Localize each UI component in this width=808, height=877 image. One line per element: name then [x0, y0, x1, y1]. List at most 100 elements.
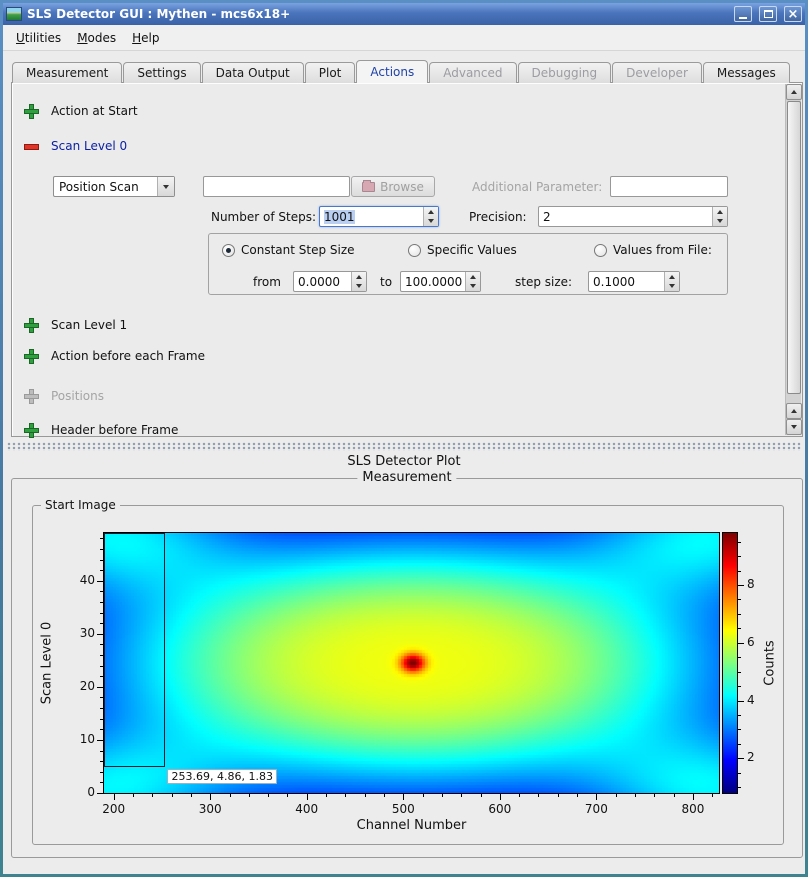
spin-up-icon[interactable]	[665, 272, 679, 282]
x-axis-minor-tick	[249, 794, 250, 797]
scan-script-input[interactable]	[203, 176, 350, 197]
positions-row: Positions	[25, 389, 104, 403]
colorbar-minor-tick	[738, 614, 741, 615]
x-axis-minor-tick	[558, 794, 559, 797]
action-before-frame-row[interactable]: Action before each Frame	[25, 349, 205, 363]
scroll-up-button-2[interactable]	[786, 403, 802, 419]
y-axis-tick	[97, 740, 103, 741]
colorbar-minor-tick	[738, 542, 741, 543]
x-axis-minor-tick	[481, 794, 482, 797]
scrollbar-thumb[interactable]	[787, 101, 801, 394]
expand-plus-icon[interactable]	[25, 424, 38, 437]
spin-down-icon[interactable]	[713, 217, 727, 227]
precision-value: 2	[543, 210, 710, 224]
action-at-start-row[interactable]: Action at Start	[25, 104, 138, 118]
spin-down-icon[interactable]	[466, 282, 480, 292]
spin-down-icon[interactable]	[665, 282, 679, 292]
browse-button: Browse	[351, 176, 435, 197]
precision-spinbox[interactable]: 2	[538, 206, 728, 227]
scan-mode-select[interactable]: Position Scan	[53, 176, 175, 197]
spin-buttons[interactable]	[423, 207, 438, 226]
from-spinbox[interactable]: 0.0000	[293, 271, 367, 292]
colorbar-tick-label: 8	[747, 577, 755, 591]
tab-measurement[interactable]: Measurement	[12, 62, 122, 83]
number-of-steps-spinbox[interactable]: 1001	[319, 206, 439, 227]
maximize-icon	[764, 10, 773, 18]
colorbar-tick-label: 6	[747, 635, 755, 649]
radio-values-from-file[interactable]: Values from File:	[594, 243, 712, 257]
close-button[interactable]	[784, 6, 802, 22]
spin-buttons[interactable]	[712, 207, 727, 226]
x-axis-minor-tick	[326, 794, 327, 797]
maximize-button[interactable]	[759, 6, 777, 22]
tab-actions[interactable]: Actions	[356, 60, 428, 83]
tab-data-output[interactable]: Data Output	[202, 62, 304, 83]
y-axis-minor-tick	[100, 729, 103, 730]
tab-plot[interactable]: Plot	[305, 62, 356, 83]
action-row-label: Scan Level 1	[51, 318, 127, 332]
actions-tab-panel: Action at Start Scan Level 0 Position Sc…	[11, 82, 803, 437]
action-row-label: Scan Level 0	[51, 139, 127, 153]
scan-level-1-row[interactable]: Scan Level 1	[25, 318, 127, 332]
title-bar[interactable]: SLS Detector GUI : Mythen - mcs6x18+	[3, 3, 805, 25]
tab-settings[interactable]: Settings	[123, 62, 200, 83]
plot-region: 253.69, 4.86, 1.83 Scan Level 0 Channel …	[33, 506, 783, 844]
step-size-spinbox[interactable]: 0.1000	[588, 271, 680, 292]
spin-down-icon[interactable]	[424, 217, 438, 227]
y-axis-tick-label: 0	[57, 785, 95, 799]
menu-help[interactable]: Help	[124, 28, 167, 48]
scroll-up-button[interactable]	[786, 84, 802, 100]
additional-parameter-input[interactable]	[610, 176, 728, 197]
combo-dropdown-button[interactable]	[157, 177, 174, 196]
heatmap-canvas[interactable]	[103, 532, 720, 794]
dock-splitter-handle[interactable]	[7, 442, 801, 451]
expand-plus-icon[interactable]	[25, 105, 38, 118]
x-axis-minor-tick	[287, 794, 288, 797]
x-axis-minor-tick	[423, 794, 424, 797]
radio-specific-values[interactable]: Specific Values	[408, 243, 517, 257]
browse-button-label: Browse	[380, 180, 424, 194]
y-axis-minor-tick	[100, 538, 103, 539]
x-axis-minor-tick	[616, 794, 617, 797]
start-image-groupbox: Start Image 253.69, 4.86, 1.83 Scan Leve…	[32, 505, 784, 845]
window-title: SLS Detector GUI : Mythen - mcs6x18+	[27, 7, 727, 21]
step-size-label: step size:	[515, 275, 572, 289]
minimize-button[interactable]	[734, 6, 752, 22]
menu-modes[interactable]: Modes	[69, 28, 124, 48]
expand-plus-icon[interactable]	[25, 319, 38, 332]
menu-utilities[interactable]: Utilities	[8, 28, 69, 48]
vertical-scrollbar[interactable]	[785, 84, 801, 435]
y-axis-minor-tick	[100, 549, 103, 550]
colorbar-minor-tick	[738, 628, 741, 629]
radio-label: Specific Values	[427, 243, 517, 257]
spin-up-icon[interactable]	[466, 272, 480, 282]
spin-up-icon[interactable]	[352, 272, 366, 282]
spin-up-icon[interactable]	[424, 207, 438, 217]
to-spinbox[interactable]: 100.0000	[400, 271, 481, 292]
scroll-down-button[interactable]	[786, 419, 802, 435]
spin-buttons[interactable]	[664, 272, 679, 291]
x-axis-tick-label: 800	[673, 802, 713, 816]
spin-buttons[interactable]	[351, 272, 366, 291]
plot-dock-title: SLS Detector Plot	[3, 454, 805, 469]
colorbar-minor-tick	[738, 729, 741, 730]
colorbar-minor-tick	[738, 773, 741, 774]
y-axis-tick-label: 30	[57, 626, 95, 640]
colorbar-tick-label: 4	[747, 693, 755, 707]
scan-level-0-row[interactable]: Scan Level 0	[25, 139, 127, 153]
y-axis-tick-label: 20	[57, 679, 95, 693]
radio-label: Constant Step Size	[241, 243, 355, 257]
radio-constant-step-size[interactable]: Constant Step Size	[222, 243, 355, 257]
expand-plus-icon[interactable]	[25, 350, 38, 363]
spin-buttons[interactable]	[465, 272, 480, 291]
from-value: 0.0000	[298, 275, 349, 289]
y-axis-tick-label: 40	[57, 573, 95, 587]
spin-down-icon[interactable]	[352, 282, 366, 292]
tab-messages[interactable]: Messages	[703, 62, 790, 83]
spin-up-icon[interactable]	[713, 207, 727, 217]
collapse-minus-icon[interactable]	[25, 140, 38, 153]
x-axis-tick-label: 700	[576, 802, 616, 816]
from-label: from	[253, 275, 281, 289]
header-before-frame-row[interactable]: Header before Frame	[25, 423, 178, 437]
arrow-down-icon	[791, 425, 797, 429]
